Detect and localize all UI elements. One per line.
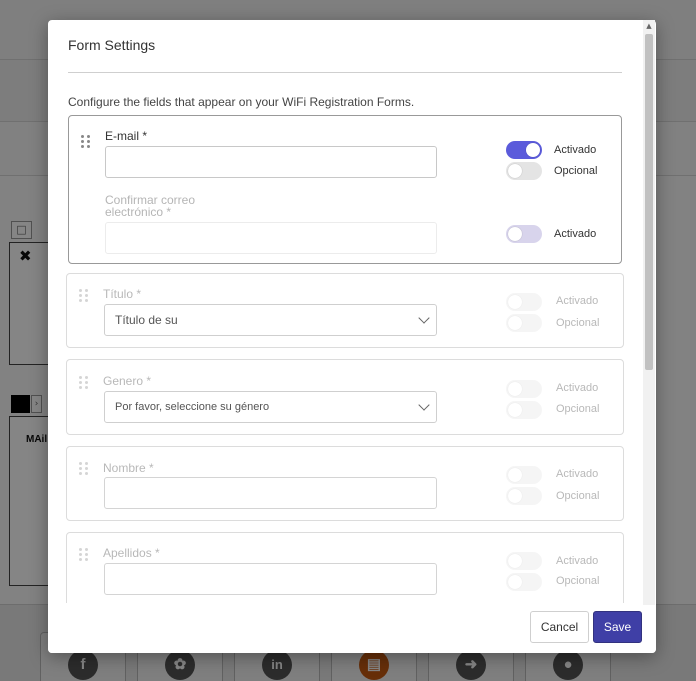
first-name-enabled-label: Activado: [556, 468, 599, 480]
email-optional-toggle[interactable]: [506, 162, 542, 180]
email-label: E-mail *: [105, 129, 148, 143]
email-optional-label: Opcional: [554, 165, 598, 177]
gender-label: Genero *: [103, 374, 152, 388]
drag-handle-icon[interactable]: [79, 548, 89, 562]
confirm-email-label: Confirmar correo electrónico *: [105, 193, 196, 219]
field-card-first-name: Nombre * Activado Opcional: [66, 446, 624, 521]
gender-optional-toggle[interactable]: [506, 401, 542, 419]
modal-title: Form Settings: [68, 37, 156, 53]
field-card-last-name: Apellidos * Activado Opcional: [66, 532, 624, 612]
field-card-email: E-mail * Activado Opcional Confirmar cor…: [68, 115, 622, 264]
first-name-optional-label: Opcional: [556, 490, 600, 502]
email-enabled-toggle[interactable]: [506, 141, 542, 159]
confirm-email-enabled-label: Activado: [554, 228, 597, 240]
last-name-field[interactable]: [104, 563, 437, 595]
drag-handle-icon[interactable]: [79, 376, 89, 390]
drag-handle-icon[interactable]: [79, 462, 89, 476]
title-select-value: Título de su: [115, 313, 178, 327]
gender-select[interactable]: Por favor, seleccione su género: [104, 391, 437, 423]
field-card-gender: Genero * Activado Opcional Por favor, se…: [66, 359, 624, 435]
title-label: Título *: [103, 287, 142, 301]
last-name-enabled-label: Activado: [556, 555, 599, 567]
first-name-field[interactable]: [104, 477, 437, 509]
email-field[interactable]: [105, 146, 437, 178]
title-enabled-toggle[interactable]: [506, 293, 542, 311]
modal-scrollbar[interactable]: ▲: [643, 20, 655, 605]
confirm-email-field[interactable]: [105, 222, 437, 254]
scrollbar-thumb[interactable]: [645, 34, 653, 370]
chevron-down-icon: [418, 399, 430, 411]
last-name-optional-toggle[interactable]: [506, 573, 542, 591]
last-name-enabled-toggle[interactable]: [506, 552, 542, 570]
last-name-label: Apellidos *: [103, 546, 160, 560]
gender-select-value: Por favor, seleccione su género: [115, 401, 270, 413]
gender-optional-label: Opcional: [556, 403, 600, 415]
form-settings-modal: Form Settings Configure the fields that …: [48, 20, 656, 653]
drag-handle-icon[interactable]: [81, 135, 91, 149]
email-enabled-label: Activado: [554, 144, 597, 156]
first-name-label: Nombre *: [103, 461, 154, 475]
gender-enabled-label: Activado: [556, 382, 599, 394]
title-optional-toggle[interactable]: [506, 314, 542, 332]
last-name-optional-label: Opcional: [556, 575, 600, 587]
field-card-title: Título * Activado Opcional Título de su: [66, 273, 624, 348]
title-enabled-label: Activado: [556, 295, 599, 307]
cancel-button[interactable]: Cancel: [530, 611, 589, 643]
chevron-down-icon: [418, 312, 430, 324]
drag-handle-icon[interactable]: [79, 289, 89, 303]
modal-description: Configure the fields that appear on your…: [68, 95, 415, 109]
modal-divider: [68, 72, 622, 73]
save-button[interactable]: Save: [593, 611, 642, 643]
title-optional-label: Opcional: [556, 317, 600, 329]
scroll-up-icon[interactable]: ▲: [643, 20, 655, 32]
first-name-optional-toggle[interactable]: [506, 487, 542, 505]
title-select[interactable]: Título de su: [104, 304, 437, 336]
first-name-enabled-toggle[interactable]: [506, 466, 542, 484]
gender-enabled-toggle[interactable]: [506, 380, 542, 398]
confirm-email-enabled-toggle[interactable]: [506, 225, 542, 243]
